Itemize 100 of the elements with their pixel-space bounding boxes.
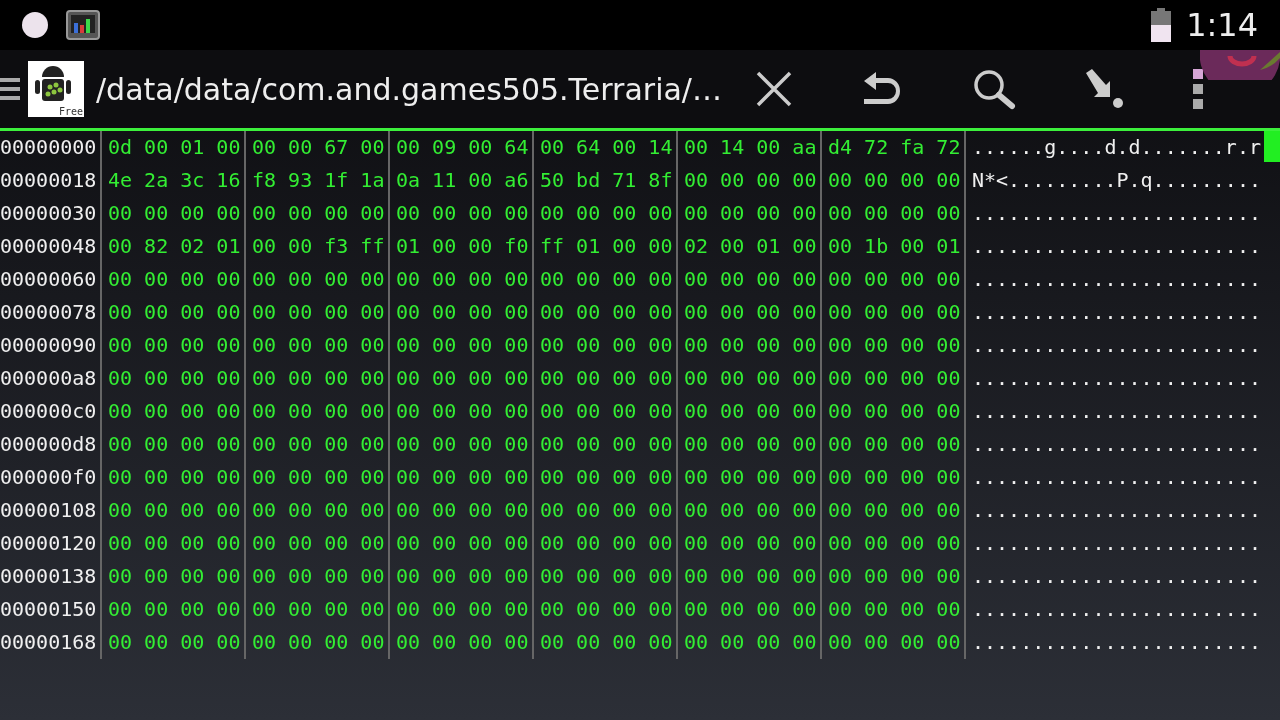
hex-bytes-cell: 00 00 00 00 [534,494,678,527]
hex-bytes-cell: 00 00 00 00 [102,329,246,362]
hex-bytes-cell: 00 00 00 00 [822,329,966,362]
ascii-cell-text: ........................ [972,629,1262,656]
hex-bytes-cell: 00 00 00 00 [390,296,534,329]
hex-bytes-cell: 0a 11 00 a6 [390,164,534,197]
ascii-cell-text: ........................ [972,563,1262,590]
hex-bytes-cell: 00 00 00 00 [246,362,390,395]
hex-bytes-cell: 00 00 00 00 [678,593,822,626]
hex-bytes-cell: 00 00 00 00 [246,395,390,428]
hex-bytes-cell: 00 00 00 00 [822,560,966,593]
ascii-cell-text: ........................ [972,233,1262,260]
hex-bytes-cell: 00 00 00 00 [390,461,534,494]
hex-bytes-cell: 00 00 00 00 [390,560,534,593]
hex-bytes-cell: 00 00 00 00 [678,494,822,527]
hex-bytes-cell: 00 00 00 00 [678,164,822,197]
hex-bytes-cell: 00 00 00 00 [678,428,822,461]
hex-bytes-cell: 00 00 00 00 [102,527,246,560]
offset-cell: 000000a8 [0,362,102,395]
hex-bytes-cell: 02 00 01 00 [678,230,822,263]
hex-bytes-cell: 00 00 00 00 [678,329,822,362]
hex-bytes-cell: 00 00 00 00 [534,527,678,560]
hex-bytes-cell: 00 00 00 00 [390,527,534,560]
hex-bytes-cell: 50 bd 71 8f [534,164,678,197]
hex-bytes-cell: f8 93 1f 1a [246,164,390,197]
arrow-dot-icon[interactable] [1084,69,1124,109]
hex-bytes-cell: 00 00 00 00 [678,395,822,428]
hex-bytes-cell: 00 00 00 00 [534,197,678,230]
hex-bytes-cell: 00 00 00 00 [534,560,678,593]
hex-bytes-cell: 00 00 00 00 [534,329,678,362]
hex-bytes-cell: 00 00 00 00 [390,428,534,461]
ascii-cell-text: ........................ [972,431,1262,458]
hex-bytes-cell: 00 00 00 00 [102,560,246,593]
hex-bytes-cell: 00 00 00 00 [534,395,678,428]
hex-bytes-cell: 00 00 00 00 [390,494,534,527]
hex-bytes-cell: 00 00 00 00 [246,593,390,626]
hex-bytes-cell: 0d 00 01 00 [102,131,246,164]
hex-bytes-cell: 00 00 00 00 [534,296,678,329]
offset-cell: 00000060 [0,263,102,296]
hex-bytes-cell: 00 00 00 00 [246,527,390,560]
hex-bytes-cell: 00 09 00 64 [390,131,534,164]
hex-bytes-cell: 01 00 00 f0 [390,230,534,263]
hex-bytes-cell: 00 00 00 00 [102,494,246,527]
close-icon[interactable] [756,71,792,107]
hex-bytes-cell: 00 00 00 00 [102,362,246,395]
more-options-icon[interactable] [1192,69,1204,109]
hex-bytes-cell: 00 00 00 00 [102,461,246,494]
ascii-cell-text: ........................ [972,497,1262,524]
hex-bytes-cell: 00 00 00 00 [102,626,246,659]
floating-bubble-icon[interactable] [1200,50,1280,80]
hex-bytes-cell: 00 00 00 00 [534,593,678,626]
ascii-cell-text: ........................ [972,365,1262,392]
hex-bytes-cell: 00 00 00 00 [822,263,966,296]
hex-bytes-cell: ff 01 00 00 [534,230,678,263]
hex-bytes-cell: 00 00 00 00 [678,626,822,659]
hex-bytes-cell: 00 00 00 00 [390,329,534,362]
hex-bytes-cell: 00 00 00 00 [822,461,966,494]
hex-bytes-cell: 00 00 00 00 [822,395,966,428]
hex-bytes-cell: 00 00 00 00 [246,296,390,329]
hex-bytes-cell: 00 00 00 00 [678,263,822,296]
offset-cell: 00000018 [0,164,102,197]
hex-bytes-cell: 00 00 00 00 [678,461,822,494]
hex-bytes-cell: 00 00 00 00 [534,461,678,494]
hex-bytes-cell: 00 00 00 00 [390,626,534,659]
hex-bytes-cell: 00 00 f3 ff [246,230,390,263]
offset-cell: 00000000 [0,131,102,164]
offset-cell: 00000138 [0,560,102,593]
app-icon[interactable]: Free [28,61,84,117]
hex-bytes-cell: 00 00 00 00 [678,197,822,230]
hex-bytes-cell: 00 00 00 00 [102,263,246,296]
bar-chart-icon [66,10,100,40]
hex-bytes-cell: 00 00 00 00 [822,494,966,527]
hex-bytes-cell: 00 00 00 00 [678,560,822,593]
hex-bytes-cell: 00 64 00 14 [534,131,678,164]
offset-cell: 000000d8 [0,428,102,461]
offset-cell: 00000168 [0,626,102,659]
offset-cell: 00000150 [0,593,102,626]
hex-bytes-cell: 00 00 00 00 [822,362,966,395]
hex-bytes-cell: 00 00 00 00 [822,626,966,659]
hex-bytes-cell: 00 00 67 00 [246,131,390,164]
hex-bytes-cell: 00 00 00 00 [102,395,246,428]
menu-icon[interactable] [0,76,20,102]
ascii-cell-text: ........................ [972,266,1262,293]
hex-bytes-cell: 00 00 00 00 [246,461,390,494]
hex-bytes-cell: 00 00 00 00 [246,329,390,362]
hex-bytes-cell: 00 00 00 00 [246,494,390,527]
hex-bytes-cell: 00 00 00 00 [246,428,390,461]
ascii-cell-text: ........................ [972,332,1262,359]
hex-bytes-cell: 00 00 00 00 [678,296,822,329]
search-icon[interactable] [972,68,1016,110]
offset-cell: 00000120 [0,527,102,560]
offset-cell: 000000f0 [0,461,102,494]
hex-bytes-cell: 00 00 00 00 [822,593,966,626]
ascii-cell-text: ........................ [972,200,1262,227]
hex-bytes-cell: 00 00 00 00 [102,593,246,626]
ascii-cell-text: ........................ [972,530,1262,557]
hex-bytes-cell: 00 00 00 00 [246,197,390,230]
hex-bytes-cell: 00 00 00 00 [390,197,534,230]
hex-bytes-cell: 00 00 00 00 [102,197,246,230]
hex-bytes-cell: 00 00 00 00 [822,428,966,461]
